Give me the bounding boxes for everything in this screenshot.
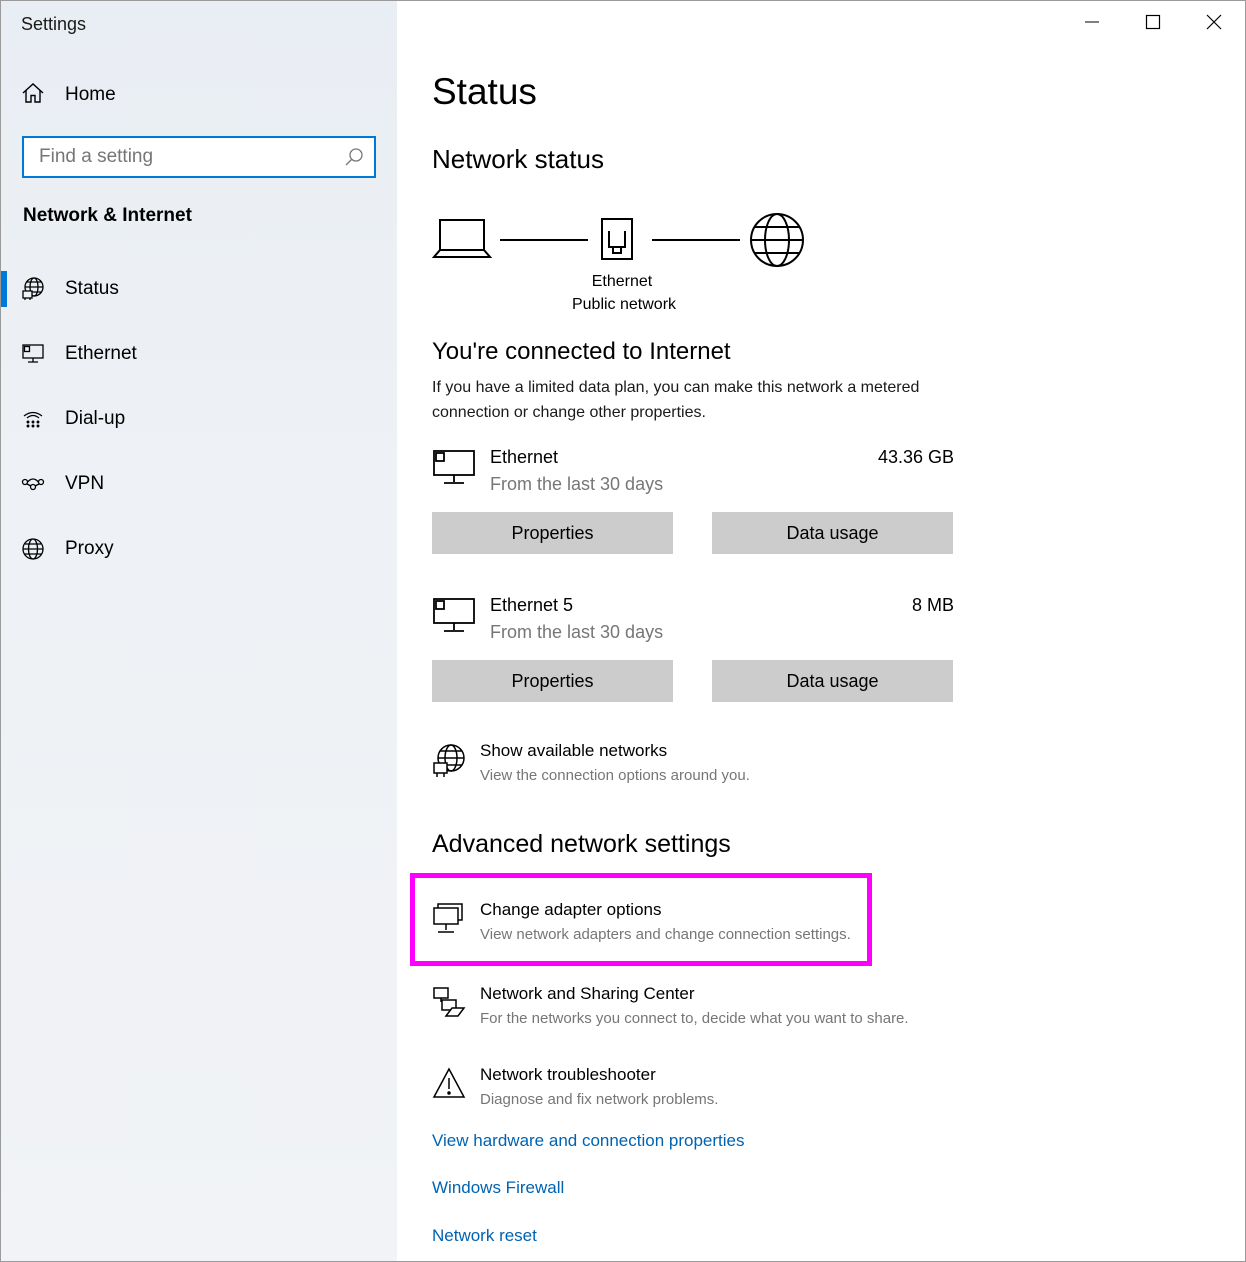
connection-data-amount: 43.36 GB [877, 447, 954, 467]
connection-ethernet: Ethernet From the last 30 days 43.36 GB [432, 447, 954, 497]
home-icon [21, 81, 45, 110]
globe-status-icon [21, 277, 45, 301]
globe-icon [21, 537, 45, 561]
search-icon[interactable] [344, 147, 364, 172]
connection-data-amount: 8 MB [911, 595, 954, 615]
sidebar-item-label: Home [65, 84, 116, 105]
network-status-heading: Network status [432, 144, 604, 174]
vpn-icon [21, 472, 45, 496]
connector-line [500, 239, 588, 241]
internet-globe-icon [748, 211, 806, 274]
link-description: View the connection options around you. [480, 767, 750, 784]
search-box[interactable] [22, 136, 376, 178]
link-description: For the networks you connect to, decide … [480, 1010, 909, 1027]
sidebar-item-label: Ethernet [65, 343, 137, 364]
ethernet-5-data-usage-button[interactable]: Data usage [712, 660, 953, 702]
connection-period: From the last 30 days [490, 474, 664, 494]
ethernet-5-properties-button[interactable]: Properties [432, 660, 673, 702]
ethernet-icon [21, 342, 45, 366]
link-description: Diagnose and fix network problems. [480, 1091, 719, 1108]
ethernet-icon [432, 597, 476, 640]
sidebar-section-title: Network & Internet [23, 205, 192, 226]
sidebar: Settings Home Network & Internet [1, 1, 397, 1261]
windows-firewall-link[interactable]: Windows Firewall [432, 1178, 564, 1198]
link-title: Network and Sharing Center [480, 984, 695, 1003]
sidebar-item-home[interactable]: Home [21, 79, 381, 111]
diagram-network-label: Public network [571, 296, 677, 313]
ethernet-icon [432, 449, 476, 492]
highlight-box [410, 873, 872, 966]
page-title: Status [432, 71, 537, 112]
settings-window: Settings Home Network & Internet [0, 0, 1246, 1262]
sidebar-item-label: Proxy [65, 538, 114, 559]
ethernet-data-usage-button[interactable]: Data usage [712, 512, 953, 554]
search-input[interactable] [39, 146, 329, 168]
advanced-settings-heading: Advanced network settings [432, 830, 731, 858]
connection-name: Ethernet [490, 447, 559, 467]
connected-description: If you have a limited data plan, you can… [432, 379, 920, 421]
network-and-sharing-center[interactable]: Network and Sharing Center For the netwo… [432, 984, 952, 1040]
diagram-adapter-label: Ethernet [591, 273, 653, 290]
ethernet-port-icon [600, 217, 634, 270]
globe-network-icon [432, 743, 466, 784]
connection-period: From the last 30 days [490, 622, 664, 642]
sidebar-item-vpn[interactable]: VPN [1, 462, 397, 506]
sidebar-item-label: Dial-up [65, 408, 126, 429]
ethernet-properties-button[interactable]: Properties [432, 512, 673, 554]
view-hardware-link[interactable]: View hardware and connection properties [432, 1131, 745, 1151]
sidebar-item-ethernet[interactable]: Ethernet [1, 332, 397, 376]
connector-line [652, 239, 740, 241]
link-title: Network troubleshooter [480, 1065, 656, 1084]
connection-ethernet-5: Ethernet 5 From the last 30 days 8 MB [432, 595, 954, 645]
connected-heading: You're connected to Internet [432, 338, 731, 365]
sidebar-item-label: VPN [65, 473, 105, 494]
sharing-center-icon [432, 986, 466, 1025]
show-available-networks[interactable]: Show available networks View the connect… [432, 741, 952, 797]
connection-name: Ethernet 5 [490, 595, 574, 615]
dialup-icon [21, 407, 45, 431]
app-title: Settings [21, 14, 87, 34]
link-title: Show available networks [480, 741, 668, 760]
sidebar-item-dialup[interactable]: Dial-up [1, 397, 397, 441]
sidebar-item-proxy[interactable]: Proxy [1, 527, 397, 571]
network-troubleshooter[interactable]: Network troubleshooter Diagnose and fix … [432, 1065, 952, 1121]
sidebar-item-status[interactable]: Status [1, 267, 397, 311]
warning-icon [432, 1067, 466, 1104]
laptop-icon [431, 217, 493, 266]
sidebar-item-label: Status [65, 278, 119, 299]
main-content: Status Network status Ethernet Public ne… [397, 1, 1245, 1261]
network-reset-link[interactable]: Network reset [432, 1226, 537, 1246]
